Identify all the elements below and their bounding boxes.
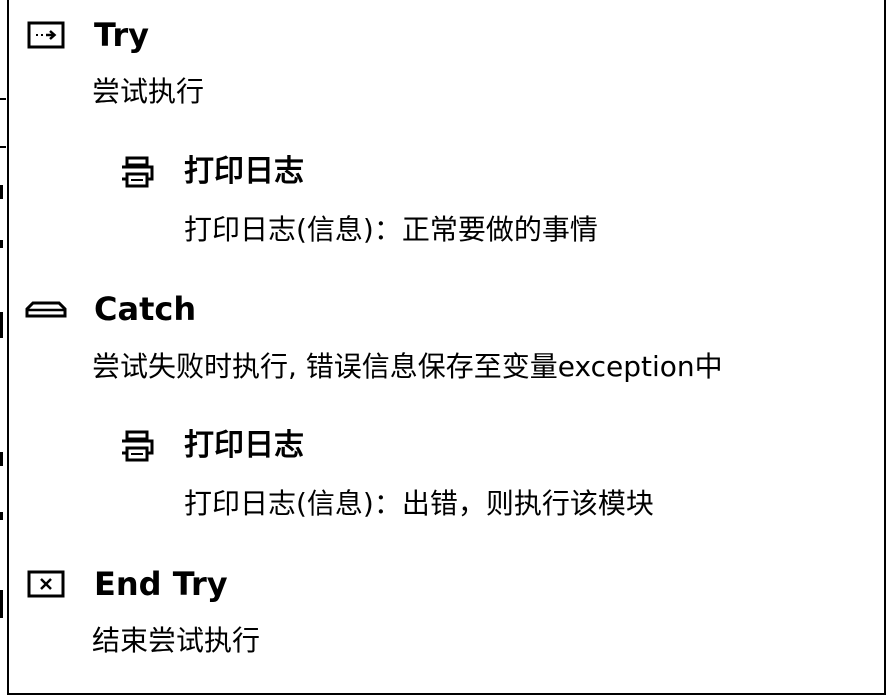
edge-divider bbox=[0, 146, 6, 148]
end-try-block[interactable]: End Try 结束尝试执行 bbox=[22, 563, 260, 659]
try-block[interactable]: Try 尝试执行 bbox=[22, 14, 204, 110]
edge-fragment bbox=[0, 512, 3, 520]
end-try-title: End Try bbox=[94, 565, 228, 603]
try-icon bbox=[22, 21, 70, 49]
try-title: Try bbox=[94, 16, 149, 54]
edge-fragment bbox=[0, 312, 3, 338]
try-description: 尝试执行 bbox=[92, 75, 205, 108]
catch-icon bbox=[22, 297, 70, 321]
edge-fragment bbox=[0, 452, 3, 466]
catch-title: Catch bbox=[94, 290, 197, 328]
edge-divider bbox=[0, 98, 6, 100]
catch-log-description: 打印日志(信息)：出错，则执行该模块 bbox=[184, 487, 654, 520]
edge-fragment bbox=[0, 185, 3, 199]
end-try-icon bbox=[22, 569, 70, 599]
edge-fragment bbox=[0, 590, 3, 618]
catch-description: 尝试失败时执行, 错误信息保存至变量exception中 bbox=[92, 350, 723, 383]
catch-block[interactable]: Catch 尝试失败时执行, 错误信息保存至变量exception中 bbox=[22, 289, 723, 385]
printer-icon bbox=[116, 155, 158, 189]
edge-fragment bbox=[0, 240, 3, 248]
catch-log-title: 打印日志 bbox=[184, 428, 304, 463]
try-log-title: 打印日志 bbox=[184, 154, 304, 189]
printer-icon bbox=[116, 429, 158, 463]
try-log-block[interactable]: 打印日志 打印日志(信息)：正常要做的事情 bbox=[116, 152, 598, 248]
try-log-description: 打印日志(信息)：正常要做的事情 bbox=[184, 213, 598, 246]
end-try-description: 结束尝试执行 bbox=[92, 624, 261, 657]
catch-log-block[interactable]: 打印日志 打印日志(信息)：出错，则执行该模块 bbox=[116, 426, 654, 522]
